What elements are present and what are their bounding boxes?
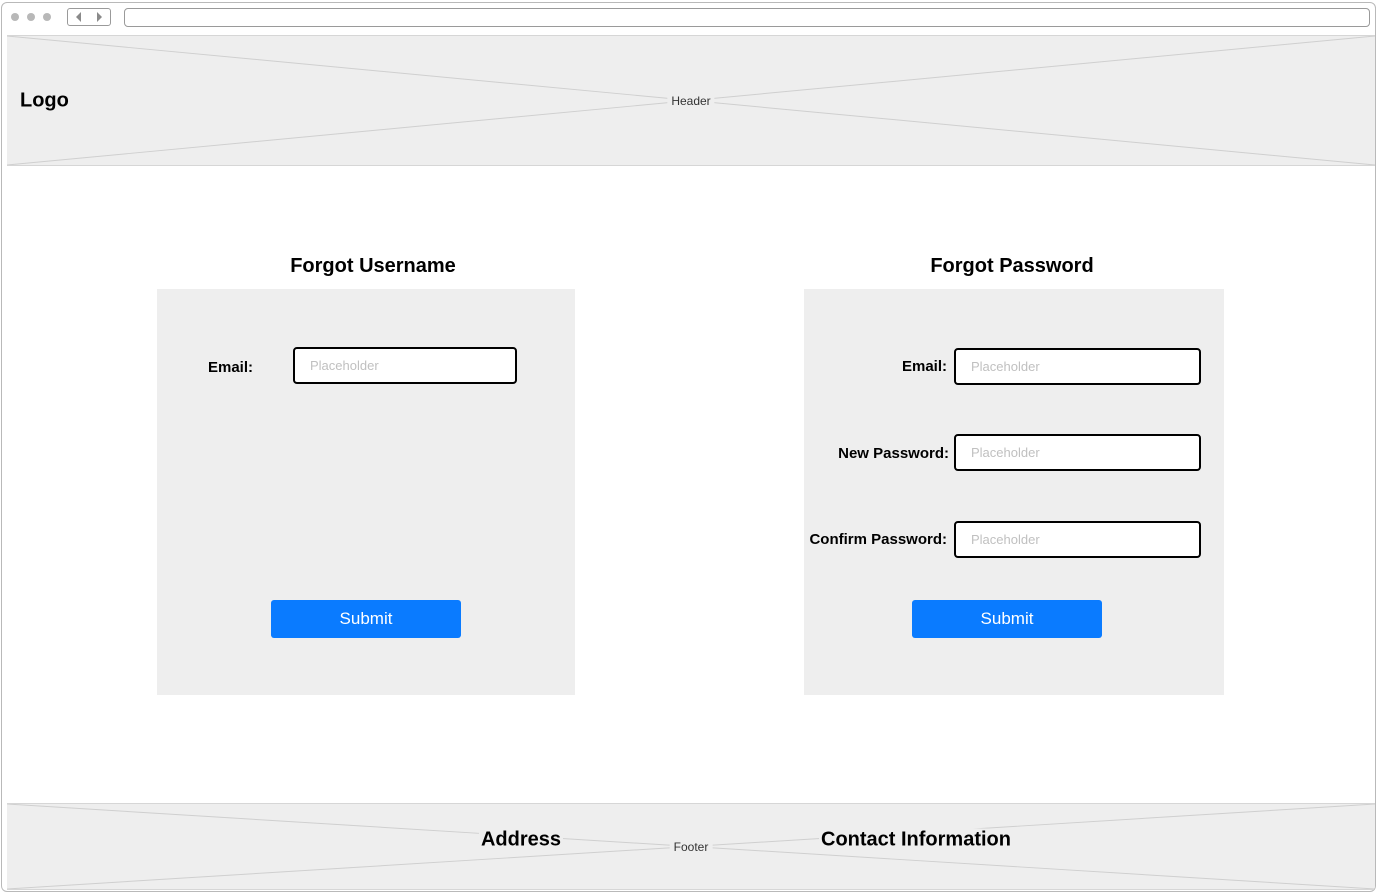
password-email-input[interactable] [954,348,1201,385]
window-close-dot[interactable] [11,13,19,21]
window-maximize-dot[interactable] [43,13,51,21]
new-password-input[interactable] [954,434,1201,471]
username-email-input[interactable] [293,347,517,384]
username-email-label: Email: [208,359,254,376]
footer-label: Footer [669,840,713,854]
header: Logo Header [7,35,1375,166]
password-submit-button[interactable]: Submit [912,600,1102,638]
footer-address: Address [478,828,564,852]
forward-button[interactable] [89,9,109,24]
chevron-left-icon [76,11,81,22]
nav-buttons [67,8,111,26]
address-bar[interactable] [124,8,1370,27]
footer: Address Footer Contact Information [7,803,1375,890]
browser-toolbar [2,3,1375,33]
confirm-password-input[interactable] [954,521,1201,558]
forgot-password-title: Forgot Password [930,255,1094,277]
forgot-username-panel: Email: Submit [157,289,575,695]
header-label: Header [667,94,715,108]
password-email-label: Email: [901,358,947,375]
window-minimize-dot[interactable] [27,13,35,21]
chevron-right-icon [97,11,102,22]
back-button[interactable] [69,9,89,24]
new-password-label: New Password: [838,445,949,462]
confirm-password-label: Confirm Password: [809,531,947,548]
forgot-password-panel: Email: New Password: Confirm Password: S… [804,289,1224,695]
logo[interactable]: Logo [20,89,69,112]
footer-contact-information: Contact Information [819,828,1013,852]
forgot-username-title: Forgot Username [290,255,456,277]
browser-window: Logo Header Forgot Username Email: Submi… [1,2,1376,892]
username-submit-button[interactable]: Submit [271,600,461,638]
